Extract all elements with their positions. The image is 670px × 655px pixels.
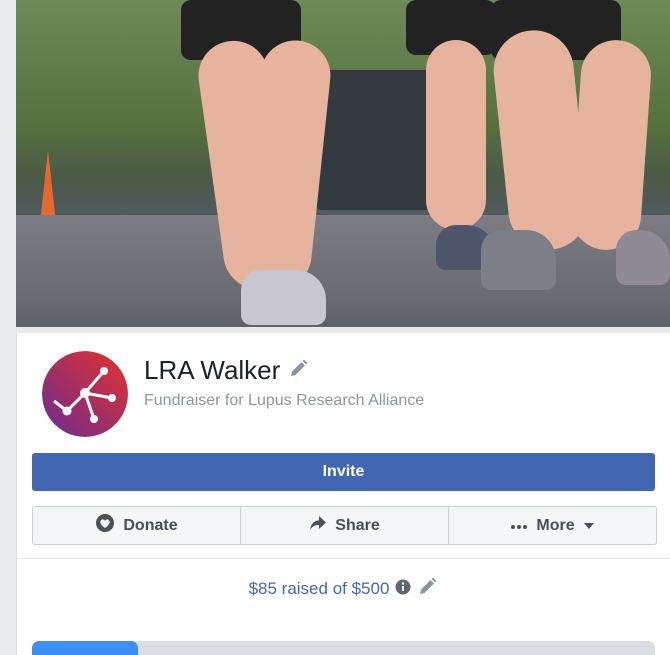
fundraiser-name: LRA Walker xyxy=(144,355,281,385)
more-label: More xyxy=(536,516,575,534)
progress-fill xyxy=(32,641,138,655)
section-divider xyxy=(16,558,670,559)
action-bar: Donate Share More xyxy=(32,506,657,545)
fundraiser-title: LRA Walker xyxy=(144,355,308,386)
info-icon[interactable] xyxy=(395,579,411,600)
share-label: Share xyxy=(335,516,380,534)
donate-button[interactable]: Donate xyxy=(33,507,241,544)
invite-button[interactable]: Invite xyxy=(32,453,655,491)
left-panel-edge xyxy=(0,0,17,655)
caret-down-icon xyxy=(583,517,595,535)
cover-photo xyxy=(16,0,670,333)
donate-label: Donate xyxy=(123,516,178,534)
pencil-icon[interactable] xyxy=(288,355,308,386)
donate-heart-icon xyxy=(95,513,115,538)
share-button[interactable]: Share xyxy=(241,507,449,544)
more-button[interactable]: More xyxy=(449,507,656,544)
raised-status: $85 raised of $500 xyxy=(16,576,670,602)
fundraiser-progress-bar xyxy=(32,641,655,655)
share-arrow-icon xyxy=(309,515,327,536)
lra-logo xyxy=(42,351,128,437)
edit-goal-pencil-icon[interactable] xyxy=(417,577,437,602)
raised-amount-text[interactable]: $85 raised of $500 xyxy=(249,579,390,599)
fundraiser-header: LRA Walker Fundraiser for Lupus Research… xyxy=(16,333,670,453)
fundraiser-subtitle: Fundraiser for Lupus Research Alliance xyxy=(144,392,425,409)
ellipsis-icon xyxy=(510,517,528,535)
